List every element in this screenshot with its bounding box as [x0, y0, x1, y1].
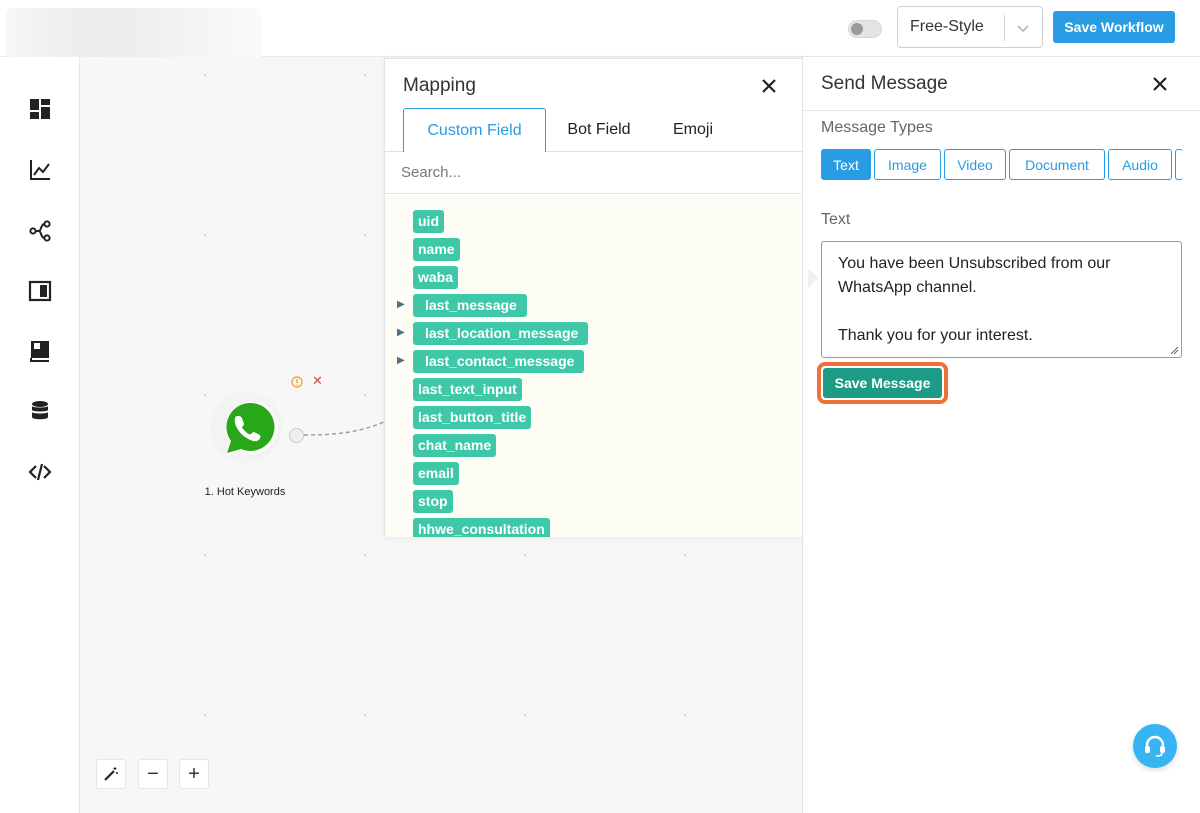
chevron-down-icon[interactable]	[1014, 19, 1032, 37]
sidebar	[0, 57, 80, 813]
tab-custom-field[interactable]: Custom Field	[403, 108, 546, 152]
expand-arrow-icon[interactable]: ▶	[397, 355, 405, 366]
close-icon[interactable]	[1151, 75, 1169, 93]
field-tag[interactable]: last_button_title	[413, 406, 532, 429]
list-item[interactable]: last_button_title	[385, 406, 808, 430]
magic-wand-icon[interactable]	[96, 759, 126, 789]
top-bar: Free-Style Save Workflow	[0, 0, 1200, 68]
resize-handle-icon[interactable]	[1169, 345, 1179, 355]
field-tag[interactable]: last_message	[413, 294, 527, 317]
field-tag[interactable]: last_text_input	[413, 378, 522, 401]
message-type-image[interactable]: Image	[874, 149, 941, 180]
whatsapp-icon[interactable]	[207, 390, 285, 468]
message-type-audio[interactable]: Audio	[1108, 149, 1172, 180]
message-type-more[interactable]	[1175, 149, 1183, 180]
book-icon[interactable]	[28, 339, 52, 363]
list-item[interactable]: ▶ last_message	[385, 294, 808, 318]
close-icon[interactable]	[760, 77, 778, 95]
mode-select[interactable]: Free-Style	[897, 6, 1043, 48]
field-tag[interactable]: email	[413, 462, 459, 485]
message-type-video[interactable]: Video	[944, 149, 1006, 180]
message-textarea[interactable]: You have been Unsubscribed from our What…	[821, 241, 1182, 358]
field-tag[interactable]: last_contact_message	[413, 350, 585, 373]
field-tag[interactable]: last_location_message	[413, 322, 589, 345]
field-tag[interactable]: name	[413, 238, 460, 261]
node-label: 1. Hot Keywords	[204, 486, 286, 498]
send-message-title: Send Message	[821, 73, 948, 94]
mapping-panel: Mapping Custom Field Bot Field Emoji uid…	[384, 58, 810, 537]
search-input[interactable]	[385, 152, 810, 194]
zoom-in-button[interactable]: +	[179, 759, 209, 789]
node-connector	[304, 420, 386, 436]
tab-emoji[interactable]: Emoji	[653, 108, 733, 152]
delete-node-icon[interactable]: ✕	[312, 374, 323, 388]
field-list: uid name waba ▶ last_message ▶ last_locati…	[385, 195, 808, 537]
list-item[interactable]: uid	[385, 210, 808, 234]
share-flow-icon[interactable]	[28, 219, 52, 243]
expand-arrow-icon[interactable]: ▶	[397, 327, 405, 338]
list-item[interactable]: ▶ last_contact_message	[385, 350, 808, 374]
list-item[interactable]: ▶ last_location_message	[385, 322, 808, 346]
list-item[interactable]: last_text_input	[385, 378, 808, 402]
message-type-document[interactable]: Document	[1009, 149, 1105, 180]
toggle-switch[interactable]	[848, 20, 882, 38]
field-tag[interactable]: chat_name	[413, 434, 497, 457]
field-tag[interactable]: waba	[413, 266, 459, 289]
analytics-icon[interactable]	[28, 158, 52, 182]
select-separator	[1004, 15, 1005, 41]
template-icon[interactable]	[28, 279, 52, 303]
message-type-text[interactable]: Text	[821, 149, 871, 180]
panel-pointer	[808, 268, 818, 288]
expand-arrow-icon[interactable]: ▶	[397, 299, 405, 310]
dashboard-icon[interactable]	[28, 97, 52, 121]
text-label: Text	[821, 211, 851, 228]
save-workflow-button[interactable]: Save Workflow	[1053, 11, 1175, 43]
list-item[interactable]: hhwe_consultation	[385, 518, 808, 537]
tab-bot-field[interactable]: Bot Field	[553, 108, 645, 152]
list-item[interactable]: email	[385, 462, 808, 486]
mapping-title: Mapping	[403, 75, 476, 96]
headset-icon	[1145, 735, 1165, 757]
list-item[interactable]: chat_name	[385, 434, 808, 458]
message-types-label: Message Types	[821, 119, 933, 136]
zoom-out-button[interactable]: −	[138, 759, 168, 789]
warning-icon[interactable]	[291, 376, 303, 388]
database-icon[interactable]	[28, 399, 52, 423]
send-message-panel: Send Message Message Types Text Image Vi…	[802, 57, 1200, 813]
highlight-ring: Save Message	[817, 362, 948, 404]
mode-select-value: Free-Style	[910, 18, 984, 35]
field-tag[interactable]: uid	[413, 210, 444, 233]
save-message-button[interactable]: Save Message	[823, 368, 942, 398]
field-tag[interactable]: stop	[413, 490, 453, 513]
help-button[interactable]	[1133, 724, 1177, 768]
node-output-port[interactable]	[289, 428, 304, 443]
toggle-knob	[851, 23, 863, 35]
list-item[interactable]: name	[385, 238, 808, 262]
list-item[interactable]: waba	[385, 266, 808, 290]
code-icon[interactable]	[28, 460, 52, 484]
header-divider	[803, 110, 1200, 111]
list-item[interactable]: stop	[385, 490, 808, 514]
field-tag[interactable]: hhwe_consultation	[413, 518, 550, 537]
